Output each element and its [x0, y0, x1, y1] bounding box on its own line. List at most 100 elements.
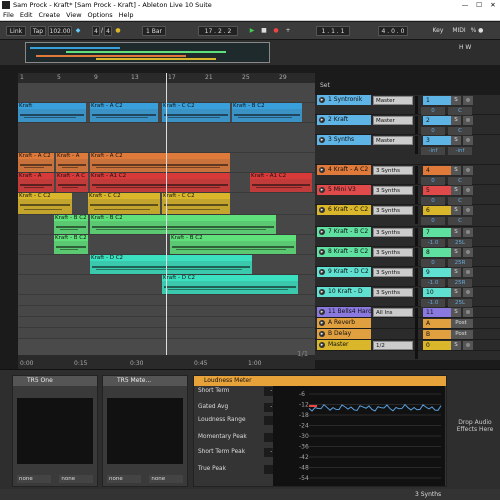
- pan-field[interactable]: 25R: [448, 279, 472, 287]
- device-select[interactable]: none: [149, 475, 183, 483]
- volume-field[interactable]: -1.0: [421, 299, 445, 307]
- stop-icon[interactable]: ■: [260, 26, 268, 36]
- routing-select[interactable]: Master: [373, 136, 413, 145]
- solo-button[interactable]: S: [451, 268, 461, 277]
- track-name[interactable]: ▸ 4 Kraft - A C2: [317, 165, 371, 175]
- tempo-field[interactable]: 102.00: [48, 26, 72, 36]
- pan-field[interactable]: 25R: [448, 259, 472, 267]
- clip[interactable]: Kraft - D C2: [162, 275, 298, 294]
- routing-select[interactable]: All Ins: [373, 308, 413, 317]
- volume-field[interactable]: 0: [421, 127, 445, 135]
- clip[interactable]: Kraft - B C2: [90, 215, 276, 234]
- volume-field[interactable]: 0: [421, 197, 445, 205]
- volume-field[interactable]: 0: [421, 107, 445, 115]
- track-name[interactable]: ▸ 3 Synths: [317, 135, 371, 145]
- arm-button[interactable]: [463, 341, 473, 350]
- volume-field[interactable]: 0: [421, 217, 445, 225]
- device-select[interactable]: none: [17, 475, 51, 483]
- clip[interactable]: Kraft - A C2: [18, 153, 54, 172]
- fold-icon[interactable]: ▸: [319, 249, 325, 255]
- activator-button[interactable]: 10: [423, 288, 451, 297]
- solo-button[interactable]: S: [451, 136, 461, 145]
- sig-denominator[interactable]: 4: [104, 26, 112, 36]
- solo-button[interactable]: S: [451, 166, 461, 175]
- activator-button[interactable]: A: [423, 319, 451, 328]
- volume-field[interactable]: -1.0: [421, 239, 445, 247]
- arm-button[interactable]: [463, 186, 473, 195]
- arm-button[interactable]: [463, 228, 473, 237]
- solo-button[interactable]: S: [451, 186, 461, 195]
- track-name[interactable]: ▸ 5 Mini V3: [317, 185, 371, 195]
- arm-button[interactable]: [463, 268, 473, 277]
- send-mode-button[interactable]: Post: [451, 319, 471, 328]
- clip[interactable]: Kraft - A C2: [90, 153, 230, 172]
- clip[interactable]: Kraft - C C2: [162, 193, 230, 214]
- tap-button[interactable]: Tap: [30, 26, 46, 36]
- track-name[interactable]: ▸ 11 Bells4 Hard: [317, 307, 371, 317]
- activator-button[interactable]: 1: [423, 96, 451, 105]
- overdub-icon[interactable]: +: [284, 26, 292, 36]
- track-name[interactable]: ▸ 10 Kraft - D: [317, 287, 371, 297]
- fold-icon[interactable]: ▸: [319, 320, 325, 326]
- close-button[interactable]: ✕: [486, 0, 500, 10]
- track-name[interactable]: ▸ 2 Kraft: [317, 115, 371, 125]
- clip[interactable]: Kraft - A C: [56, 173, 88, 192]
- routing-select[interactable]: 3 Synths: [373, 228, 413, 237]
- clip[interactable]: Kraft - D C2: [90, 255, 252, 274]
- device-tr5-one[interactable]: TR5 One none none: [12, 375, 98, 487]
- arm-button[interactable]: [463, 248, 473, 257]
- solo-button[interactable]: S: [451, 206, 461, 215]
- clip[interactable]: Kraft - B C2: [54, 235, 88, 254]
- pan-field[interactable]: -inf: [448, 147, 472, 155]
- routing-select[interactable]: Master: [373, 116, 413, 125]
- menu-create[interactable]: Create: [35, 10, 63, 19]
- record-icon[interactable]: ●: [272, 26, 280, 36]
- track-header[interactable]: ▸ 3 Synths Master 3 S -inf -inf: [315, 135, 500, 165]
- play-icon[interactable]: ▶: [248, 26, 256, 36]
- fold-icon[interactable]: ▸: [319, 269, 325, 275]
- arm-button[interactable]: [463, 116, 473, 125]
- clip[interactable]: Kraft - A1 C2: [90, 173, 230, 192]
- clip[interactable]: Kraft - C C2: [162, 103, 230, 122]
- fold-icon[interactable]: ▸: [319, 309, 325, 315]
- maximize-button[interactable]: ☐: [472, 0, 486, 10]
- minimize-button[interactable]: —: [458, 0, 472, 10]
- track-name[interactable]: ▸ Master: [317, 340, 371, 350]
- track-header[interactable]: ▸ 8 Kraft - B C2 3 Synths 8 S 0 25R: [315, 247, 500, 267]
- device-select[interactable]: none: [107, 475, 141, 483]
- activator-button[interactable]: 8: [423, 248, 451, 257]
- arm-button[interactable]: [463, 166, 473, 175]
- routing-select[interactable]: 3 Synths: [373, 206, 413, 215]
- drop-effects-zone[interactable]: Drop Audio Effects Here: [450, 375, 500, 487]
- volume-field[interactable]: 0: [421, 177, 445, 185]
- arm-button[interactable]: [463, 288, 473, 297]
- punch-in-position[interactable]: 1 . 1 . 1: [316, 26, 350, 36]
- activator-button[interactable]: 3: [423, 136, 451, 145]
- solo-button[interactable]: S: [451, 308, 461, 317]
- track-header[interactable]: ▸B Delay BS Post: [315, 329, 500, 348]
- clip[interactable]: Kraft - A C2: [90, 103, 158, 122]
- clip[interactable]: Kraft - B C2: [170, 235, 296, 254]
- routing-select[interactable]: 3 Synths: [373, 248, 413, 257]
- pan-field[interactable]: C: [448, 127, 472, 135]
- solo-button[interactable]: S: [451, 248, 461, 257]
- arm-button[interactable]: [463, 308, 473, 317]
- clip[interactable]: Kraft - A: [56, 153, 88, 172]
- activator-button[interactable]: 9: [423, 268, 451, 277]
- metronome-icon[interactable]: ◆: [74, 26, 82, 36]
- solo-button[interactable]: S: [451, 116, 461, 125]
- menu-view[interactable]: View: [63, 10, 84, 19]
- solo-button[interactable]: S: [451, 288, 461, 297]
- track-name[interactable]: ▸ 6 Kraft - C C2: [317, 205, 371, 215]
- quantize-select[interactable]: 1 Bar: [142, 26, 166, 36]
- track-name[interactable]: ▸ 7 Kraft - B C2: [317, 227, 371, 237]
- arm-button[interactable]: [463, 206, 473, 215]
- fold-icon[interactable]: ▸: [319, 117, 325, 123]
- send-mode-button[interactable]: Post: [451, 330, 471, 339]
- track-name[interactable]: ▸ 8 Kraft - B C2: [317, 247, 371, 257]
- clip[interactable]: Kraft - A1 C2: [250, 173, 312, 192]
- volume-field[interactable]: 0: [421, 259, 445, 267]
- track-header[interactable]: ▸ 1 Syntronik Master 1 S 0 C: [315, 95, 500, 115]
- pan-field[interactable]: C: [448, 177, 472, 185]
- activator-button[interactable]: 0: [423, 341, 451, 350]
